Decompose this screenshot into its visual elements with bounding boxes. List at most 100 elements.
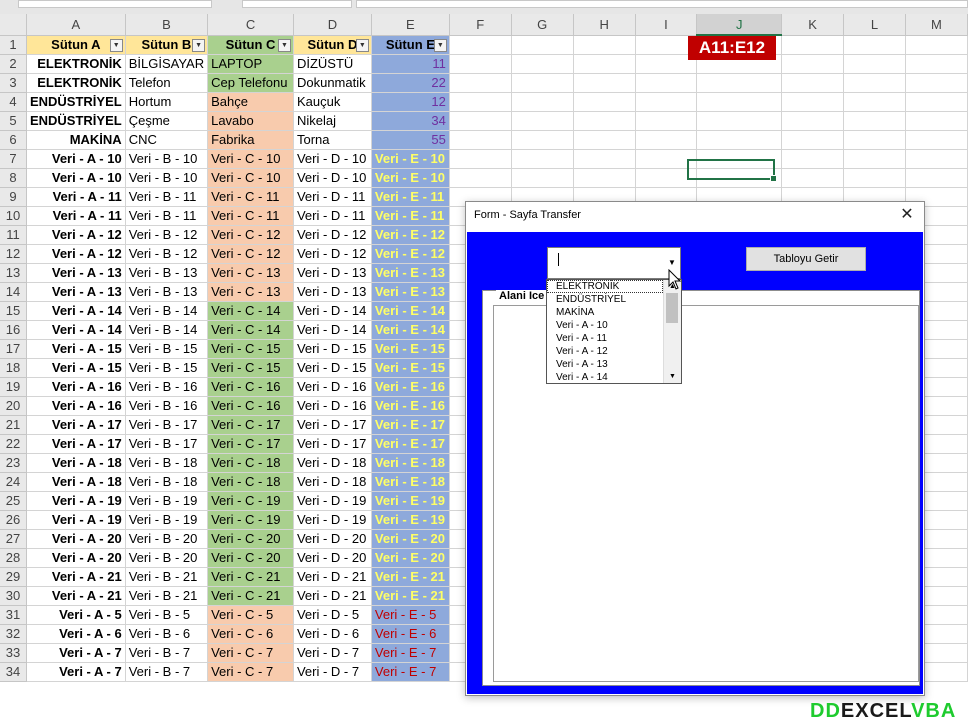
cell-d10[interactable]: Veri - D - 11 bbox=[293, 206, 372, 226]
empty-cell[interactable] bbox=[511, 111, 574, 131]
empty-cell[interactable] bbox=[511, 35, 574, 55]
empty-cell[interactable] bbox=[905, 54, 968, 74]
cell-a33[interactable]: Veri - A - 7 bbox=[26, 643, 126, 663]
cell-c3[interactable]: Cep Telefonu bbox=[207, 73, 294, 93]
cell-d11[interactable]: Veri - D - 12 bbox=[293, 225, 372, 245]
cell-e5[interactable]: 34 bbox=[371, 111, 450, 131]
cell-c5[interactable]: Lavabo bbox=[207, 111, 294, 131]
cell-d31[interactable]: Veri - D - 5 bbox=[293, 605, 372, 625]
cell-a11[interactable]: Veri - A - 12 bbox=[26, 225, 126, 245]
cell-e7[interactable]: Veri - E - 10 bbox=[371, 149, 450, 169]
cell-e16[interactable]: Veri - E - 14 bbox=[371, 320, 450, 340]
empty-cell[interactable] bbox=[905, 168, 968, 188]
cell-d20[interactable]: Veri - D - 16 bbox=[293, 396, 372, 416]
empty-cell[interactable] bbox=[573, 111, 636, 131]
dropdown-item[interactable]: Veri - A - 14 bbox=[547, 371, 681, 384]
cell-e2[interactable]: 11 bbox=[371, 54, 450, 74]
empty-cell[interactable] bbox=[781, 130, 845, 150]
cell-a20[interactable]: Veri - A - 16 bbox=[26, 396, 126, 416]
cell-d18[interactable]: Veri - D - 15 bbox=[293, 358, 372, 378]
cell-a13[interactable]: Veri - A - 13 bbox=[26, 263, 126, 283]
cell-a6[interactable]: MAKİNA bbox=[26, 130, 126, 150]
row-header[interactable]: 7 bbox=[0, 149, 27, 169]
empty-cell[interactable] bbox=[905, 111, 968, 131]
cell-d16[interactable]: Veri - D - 14 bbox=[293, 320, 372, 340]
dropdown-item[interactable]: ELEKTRONİK bbox=[547, 280, 663, 293]
cell-b10[interactable]: Veri - B - 11 bbox=[125, 206, 209, 226]
cell-d28[interactable]: Veri - D - 20 bbox=[293, 548, 372, 568]
cell-c24[interactable]: Veri - C - 18 bbox=[207, 472, 294, 492]
cell-e27[interactable]: Veri - E - 20 bbox=[371, 529, 450, 549]
column-header-i[interactable]: I bbox=[635, 14, 698, 36]
cell-c2[interactable]: LAPTOP bbox=[207, 54, 294, 74]
cell-a8[interactable]: Veri - A - 10 bbox=[26, 168, 126, 188]
cell-c19[interactable]: Veri - C - 16 bbox=[207, 377, 294, 397]
empty-cell[interactable] bbox=[905, 130, 968, 150]
empty-cell[interactable] bbox=[696, 92, 783, 112]
cell-d24[interactable]: Veri - D - 18 bbox=[293, 472, 372, 492]
cell-d29[interactable]: Veri - D - 21 bbox=[293, 567, 372, 587]
close-icon[interactable]: ✕ bbox=[896, 204, 918, 226]
cell-e21[interactable]: Veri - E - 17 bbox=[371, 415, 450, 435]
cell-a2[interactable]: ELEKTRONİK bbox=[26, 54, 126, 74]
cell-e18[interactable]: Veri - E - 15 bbox=[371, 358, 450, 378]
cell-a14[interactable]: Veri - A - 13 bbox=[26, 282, 126, 302]
cell-b24[interactable]: Veri - B - 18 bbox=[125, 472, 209, 492]
cell-a28[interactable]: Veri - A - 20 bbox=[26, 548, 126, 568]
empty-cell[interactable] bbox=[781, 168, 845, 188]
cell-c33[interactable]: Veri - C - 7 bbox=[207, 643, 294, 663]
select-all-corner[interactable] bbox=[0, 14, 27, 36]
name-box[interactable] bbox=[18, 0, 212, 8]
cell-d4[interactable]: Kauçuk bbox=[293, 92, 372, 112]
cell-d13[interactable]: Veri - D - 13 bbox=[293, 263, 372, 283]
column-header-b[interactable]: B bbox=[125, 14, 209, 36]
row-header[interactable]: 6 bbox=[0, 130, 27, 150]
cell-d19[interactable]: Veri - D - 16 bbox=[293, 377, 372, 397]
cell-a18[interactable]: Veri - A - 15 bbox=[26, 358, 126, 378]
cell-e28[interactable]: Veri - E - 20 bbox=[371, 548, 450, 568]
cell-c18[interactable]: Veri - C - 15 bbox=[207, 358, 294, 378]
row-header[interactable]: 26 bbox=[0, 510, 27, 530]
empty-cell[interactable] bbox=[511, 54, 574, 74]
cell-e13[interactable]: Veri - E - 13 bbox=[371, 263, 450, 283]
empty-cell[interactable] bbox=[573, 92, 636, 112]
column-header-j[interactable]: J bbox=[696, 14, 783, 36]
cell-b11[interactable]: Veri - B - 12 bbox=[125, 225, 209, 245]
cell-e33[interactable]: Veri - E - 7 bbox=[371, 643, 450, 663]
empty-cell[interactable] bbox=[573, 54, 636, 74]
cell-a4[interactable]: ENDÜSTRİYEL bbox=[26, 92, 126, 112]
cell-a29[interactable]: Veri - A - 21 bbox=[26, 567, 126, 587]
cell-d30[interactable]: Veri - D - 21 bbox=[293, 586, 372, 606]
cell-a25[interactable]: Veri - A - 19 bbox=[26, 491, 126, 511]
empty-cell[interactable] bbox=[449, 111, 512, 131]
cell-b9[interactable]: Veri - B - 11 bbox=[125, 187, 209, 207]
cell-b3[interactable]: Telefon bbox=[125, 73, 209, 93]
formula-bar[interactable] bbox=[356, 0, 968, 8]
cell-b31[interactable]: Veri - B - 5 bbox=[125, 605, 209, 625]
row-header[interactable]: 11 bbox=[0, 225, 27, 245]
cell-c27[interactable]: Veri - C - 20 bbox=[207, 529, 294, 549]
empty-cell[interactable] bbox=[511, 92, 574, 112]
column-header-m[interactable]: M bbox=[905, 14, 968, 36]
cell-a10[interactable]: Veri - A - 11 bbox=[26, 206, 126, 226]
cell-e22[interactable]: Veri - E - 17 bbox=[371, 434, 450, 454]
empty-cell[interactable] bbox=[905, 35, 968, 55]
row-header[interactable]: 9 bbox=[0, 187, 27, 207]
dropdown-item[interactable]: MAKİNA bbox=[547, 306, 681, 319]
row-header[interactable]: 14 bbox=[0, 282, 27, 302]
cell-a5[interactable]: ENDÜSTRİYEL bbox=[26, 111, 126, 131]
cell-c9[interactable]: Veri - C - 11 bbox=[207, 187, 294, 207]
row-header[interactable]: 15 bbox=[0, 301, 27, 321]
cell-c12[interactable]: Veri - C - 12 bbox=[207, 244, 294, 264]
cell-d8[interactable]: Veri - D - 10 bbox=[293, 168, 372, 188]
cell-a16[interactable]: Veri - A - 14 bbox=[26, 320, 126, 340]
cell-e25[interactable]: Veri - E - 19 bbox=[371, 491, 450, 511]
cell-d34[interactable]: Veri - D - 7 bbox=[293, 662, 372, 682]
chevron-down-icon[interactable]: ▼ bbox=[666, 257, 678, 269]
row-header[interactable]: 28 bbox=[0, 548, 27, 568]
empty-cell[interactable] bbox=[781, 92, 845, 112]
cell-d23[interactable]: Veri - D - 18 bbox=[293, 453, 372, 473]
cell-b16[interactable]: Veri - B - 14 bbox=[125, 320, 209, 340]
row-header[interactable]: 23 bbox=[0, 453, 27, 473]
active-cell-selection[interactable] bbox=[687, 159, 777, 182]
